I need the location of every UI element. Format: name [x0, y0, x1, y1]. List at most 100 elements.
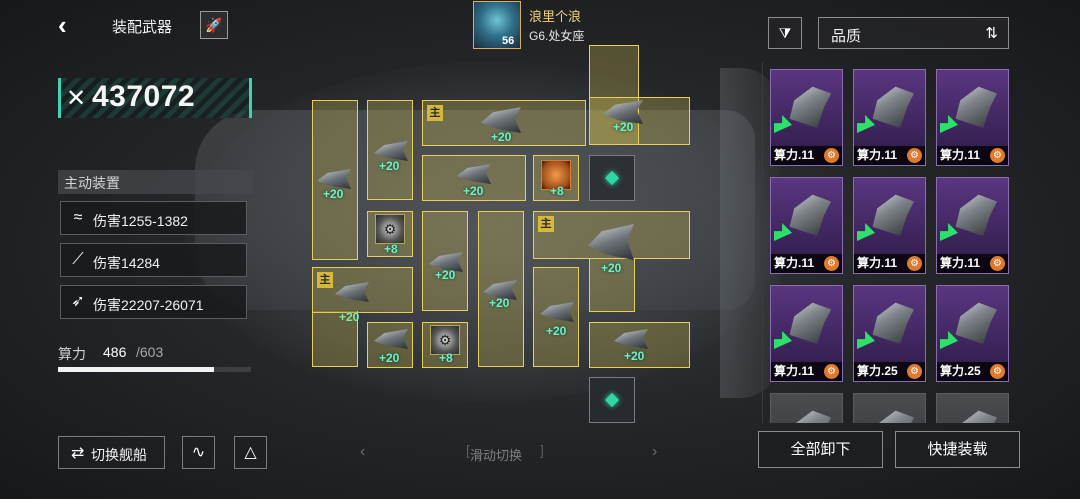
weapon-icon	[317, 169, 351, 189]
switch-ship-button[interactable]: ⇄ 切换舰船	[58, 436, 165, 469]
page-title: 装配武器	[112, 19, 173, 36]
stat-row-damage-2[interactable]: ⟋ 伤害14284	[60, 243, 247, 277]
upgrade-arrow-icon	[774, 115, 792, 133]
stat-row-damage-1[interactable]: ≈ 伤害1255-1382	[60, 201, 247, 235]
inventory-card[interactable]: 算力.11 ⚙	[853, 177, 926, 274]
waveform-icon[interactable]: ∿	[182, 436, 215, 469]
gear-icon: ⚙	[907, 256, 922, 271]
weapon-icon	[789, 410, 831, 423]
player-name: 浪里个浪	[529, 9, 582, 24]
slot-main[interactable]: 主 +20	[312, 267, 413, 324]
weapon-icon	[789, 302, 831, 344]
weapon-icon	[540, 302, 574, 322]
rocket-icon[interactable]: 🚀	[200, 11, 228, 39]
player-level: 56	[502, 35, 515, 47]
sort-dropdown[interactable]: 品质 ⇅	[818, 17, 1009, 49]
compute-current: 486	[103, 344, 127, 360]
card-label: 算力.11	[940, 256, 981, 270]
slot[interactable]: +20	[533, 267, 579, 367]
upgrade-arrow-icon	[857, 331, 875, 349]
swords-icon: ✕	[66, 85, 87, 112]
switch-icon: ⇄	[71, 445, 85, 462]
inventory-card[interactable]: 算力.11 ⚙	[936, 177, 1009, 274]
slot[interactable]: +8	[533, 155, 579, 201]
slot[interactable]: ⚙ +8	[367, 211, 413, 257]
filter-icon[interactable]: ⧩	[768, 17, 802, 49]
bonus-label: +20	[379, 351, 400, 365]
stat-text: 伤害1255-1382	[93, 213, 188, 229]
stat-text: 伤害22207-26071	[93, 297, 204, 313]
bracket-right: ]	[540, 442, 544, 458]
weapon-icon	[955, 86, 997, 128]
bonus-label: +20	[601, 261, 622, 275]
bonus-label: +20	[463, 184, 484, 198]
inventory-card[interactable]: 算力.11 ⚙	[770, 285, 843, 382]
slot[interactable]: +20	[422, 211, 468, 311]
slot[interactable]: ⚙ +8	[422, 322, 468, 368]
gear-icon: ⚙	[990, 364, 1005, 379]
gear-icon: ⚙	[907, 148, 922, 163]
bonus-label: +20	[323, 187, 344, 201]
swipe-hint: 滑动切换	[470, 448, 523, 463]
card-label: 算力.11	[774, 148, 815, 162]
weapon-icon	[335, 282, 369, 302]
weapon-icon	[374, 141, 408, 161]
bonus-label: +20	[624, 349, 645, 363]
missile-icon: ➶	[71, 293, 85, 310]
bonus-label: +8	[439, 351, 453, 365]
weapon-icon	[789, 86, 831, 128]
card-label: 算力.11	[940, 148, 981, 162]
gear-icon: ⚙	[824, 148, 839, 163]
weapon-icon	[955, 410, 997, 423]
inventory-card[interactable]: 算力.25 ⚙	[936, 285, 1009, 382]
inventory-card[interactable]	[853, 393, 926, 423]
swipe-right-icon[interactable]: ›	[652, 443, 657, 461]
slot[interactable]: +20	[478, 211, 524, 367]
bonus-label: +20	[379, 159, 400, 173]
inventory-card[interactable]: 算力.11 ⚙	[853, 69, 926, 166]
slot-extension[interactable]: +20	[589, 97, 690, 145]
chip-icon: ⚙	[375, 214, 405, 244]
inventory-card[interactable]: 算力.25 ⚙	[853, 285, 926, 382]
slot[interactable]: +20	[312, 100, 358, 260]
burst-weapon-icon: ≈	[73, 209, 83, 226]
weapon-icon	[614, 329, 648, 349]
stat-row-damage-3[interactable]: ➶ 伤害22207-26071	[60, 285, 247, 319]
swipe-left-icon[interactable]: ‹	[360, 443, 365, 461]
inventory-card[interactable]: 算力.11 ⚙	[770, 177, 843, 274]
fleet-icon[interactable]: △	[234, 436, 267, 469]
back-icon[interactable]: ‹	[58, 12, 84, 38]
empty-slot[interactable]	[589, 377, 635, 423]
bonus-label: +20	[489, 296, 510, 310]
inventory-card[interactable]: 算力.11 ⚙	[770, 69, 843, 166]
inventory-card[interactable]	[770, 393, 843, 423]
unequip-all-button[interactable]: 全部卸下	[758, 431, 883, 468]
quick-equip-button[interactable]: 快捷装载	[895, 431, 1020, 468]
compute-label: 算力	[58, 346, 86, 362]
bonus-label: +20	[613, 120, 634, 134]
upgrade-arrow-icon	[774, 223, 792, 241]
empty-slot-marker	[604, 392, 620, 408]
stat-text: 伤害14284	[93, 255, 160, 271]
inventory-card[interactable]: 算力.11 ⚙	[936, 69, 1009, 166]
slot[interactable]: +20	[367, 100, 413, 200]
weapon-icon	[872, 410, 914, 423]
power-value: 437072	[92, 80, 196, 113]
empty-slot[interactable]	[589, 155, 635, 201]
bonus-label: +8	[384, 242, 398, 256]
sort-label: 品质	[831, 28, 862, 45]
inventory-card[interactable]	[936, 393, 1009, 423]
main-tag: 主	[427, 105, 443, 121]
weapon-icon	[789, 194, 831, 236]
card-label: 算力.25	[857, 364, 898, 378]
weapon-icon	[872, 194, 914, 236]
slot[interactable]: +20	[367, 322, 413, 368]
bonus-label: +20	[435, 268, 456, 282]
slot-main[interactable]: 主 +20	[422, 100, 586, 146]
inventory-panel[interactable]: 算力.11 ⚙ 算力.11 ⚙ 算力.11 ⚙ 算力.11 ⚙ 算力.11 ⚙ …	[762, 62, 1018, 423]
slot[interactable]: +20	[589, 322, 690, 368]
slot-extension[interactable]	[312, 311, 358, 367]
gear-icon: ⚙	[990, 148, 1005, 163]
slot[interactable]: +20	[422, 155, 526, 201]
upgrade-arrow-icon	[774, 331, 792, 349]
